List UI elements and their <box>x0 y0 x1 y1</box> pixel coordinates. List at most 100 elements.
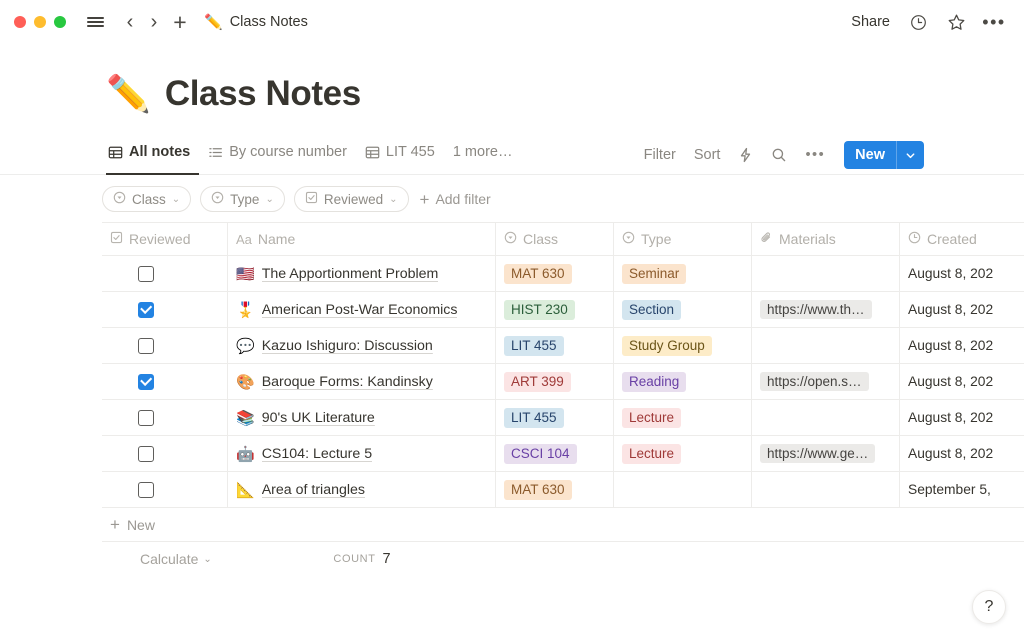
forward-chevron-right-icon[interactable]: › <box>142 10 166 34</box>
checkbox-unchecked-icon[interactable] <box>138 410 154 426</box>
chevron-down-icon[interactable] <box>897 141 924 169</box>
cell-reviewed[interactable] <box>102 328 228 363</box>
cell-name[interactable]: 🤖CS104: Lecture 5 <box>228 436 496 471</box>
cell-materials[interactable]: https://www.th… <box>752 292 900 327</box>
cell-class[interactable]: HIST 230 <box>496 292 614 327</box>
close-window-button[interactable] <box>14 16 26 28</box>
minimize-window-button[interactable] <box>34 16 46 28</box>
clock-icon[interactable] <box>908 12 928 32</box>
cell-reviewed[interactable] <box>102 472 228 507</box>
column-header-materials[interactable]: Materials <box>752 223 900 255</box>
cell-type[interactable] <box>614 472 752 507</box>
cell-class[interactable]: LIT 455 <box>496 328 614 363</box>
cell-reviewed[interactable] <box>102 400 228 435</box>
cell-class[interactable]: MAT 630 <box>496 472 614 507</box>
cell-type[interactable]: Seminar <box>614 256 752 291</box>
row-name-link[interactable]: Baroque Forms: Kandinsky <box>262 374 433 390</box>
table-row[interactable]: 📚90's UK LiteratureLIT 455Lecture August … <box>102 400 1024 436</box>
cell-reviewed[interactable] <box>102 364 228 399</box>
cell-name[interactable]: 🎖️American Post-War Economics <box>228 292 496 327</box>
back-chevron-left-icon[interactable]: ‹ <box>118 10 142 34</box>
cell-type[interactable]: Lecture <box>614 400 752 435</box>
table-row[interactable]: 📐Area of trianglesMAT 630 September 5, <box>102 472 1024 508</box>
breadcrumb[interactable]: ✏️ Class Notes <box>204 13 308 31</box>
row-name-link[interactable]: 90's UK Literature <box>262 410 375 426</box>
column-header-type[interactable]: Type <box>614 223 752 255</box>
new-page-plus-icon[interactable]: + <box>168 10 192 34</box>
cell-materials[interactable] <box>752 400 900 435</box>
cell-name[interactable]: 📚90's UK Literature <box>228 400 496 435</box>
cell-name[interactable]: 🇺🇸The Apportionment Problem <box>228 256 496 291</box>
checkbox-unchecked-icon[interactable] <box>138 338 154 354</box>
cell-name[interactable]: 💬Kazuo Ishiguro: Discussion <box>228 328 496 363</box>
table-row[interactable]: 🎨Baroque Forms: KandinskyART 399Reading h… <box>102 364 1024 400</box>
sort-button[interactable]: Sort <box>685 143 730 167</box>
filter-chip-reviewed[interactable]: Reviewed ⌄ <box>294 186 409 212</box>
cell-reviewed[interactable] <box>102 292 228 327</box>
column-header-name[interactable]: Aa Name <box>228 223 496 255</box>
cell-created[interactable]: August 8, 202 <box>900 364 1020 399</box>
column-header-class[interactable]: Class <box>496 223 614 255</box>
cell-materials[interactable] <box>752 328 900 363</box>
cell-reviewed[interactable] <box>102 436 228 471</box>
cell-reviewed[interactable] <box>102 256 228 291</box>
cell-created[interactable]: September 5, <box>900 472 1020 507</box>
tab-all-notes[interactable]: All notes <box>106 138 199 174</box>
more-options-ellipsis-icon[interactable]: ••• <box>984 12 1004 32</box>
maximize-window-button[interactable] <box>54 16 66 28</box>
calculate-button[interactable]: Calculate ⌄ <box>102 551 228 567</box>
cell-class[interactable]: MAT 630 <box>496 256 614 291</box>
tab-by-course-number[interactable]: By course number <box>199 138 356 174</box>
cell-created[interactable]: August 8, 202 <box>900 256 1020 291</box>
table-row[interactable]: 🤖CS104: Lecture 5CSCI 104Lecture https://… <box>102 436 1024 472</box>
checkbox-unchecked-icon[interactable] <box>138 446 154 462</box>
cell-name[interactable]: 📐Area of triangles <box>228 472 496 507</box>
cell-created[interactable]: August 8, 202 <box>900 292 1020 327</box>
row-name-link[interactable]: Kazuo Ishiguro: Discussion <box>262 338 433 354</box>
cell-class[interactable]: LIT 455 <box>496 400 614 435</box>
filter-chip-type[interactable]: Type ⌄ <box>200 186 285 212</box>
table-row[interactable]: 🎖️American Post-War EconomicsHIST 230Sec… <box>102 292 1024 328</box>
material-link[interactable]: https://www.th… <box>760 300 872 319</box>
view-more-ellipsis-icon[interactable]: ••• <box>796 147 834 163</box>
cell-materials[interactable] <box>752 256 900 291</box>
cell-class[interactable]: ART 399 <box>496 364 614 399</box>
material-link[interactable]: https://open.s… <box>760 372 869 391</box>
row-name-link[interactable]: The Apportionment Problem <box>262 266 439 282</box>
filter-chip-class[interactable]: Class ⌄ <box>102 186 191 212</box>
cell-type[interactable]: Study Group <box>614 328 752 363</box>
cell-created[interactable]: August 8, 202 <box>900 400 1020 435</box>
cell-type[interactable]: Section <box>614 292 752 327</box>
add-filter-button[interactable]: + Add filter <box>418 191 491 208</box>
cell-materials[interactable]: https://open.s… <box>752 364 900 399</box>
sidebar-toggle-icon[interactable] <box>82 9 108 35</box>
row-name-link[interactable]: American Post-War Economics <box>262 302 458 318</box>
pencil-icon[interactable]: ✏️ <box>106 76 151 112</box>
checkbox-unchecked-icon[interactable] <box>138 482 154 498</box>
search-icon[interactable] <box>762 143 796 167</box>
lightning-icon[interactable] <box>729 143 762 167</box>
star-icon[interactable] <box>946 12 966 32</box>
checkbox-checked-icon[interactable] <box>138 374 154 390</box>
table-row[interactable]: 🇺🇸The Apportionment ProblemMAT 630Semina… <box>102 256 1024 292</box>
row-name-link[interactable]: Area of triangles <box>262 482 365 498</box>
checkbox-checked-icon[interactable] <box>138 302 154 318</box>
cell-type[interactable]: Lecture <box>614 436 752 471</box>
column-header-reviewed[interactable]: Reviewed <box>102 223 228 255</box>
cell-type[interactable]: Reading <box>614 364 752 399</box>
new-row-button[interactable]: + New <box>102 508 1024 542</box>
material-link[interactable]: https://www.ge… <box>760 444 875 463</box>
cell-class[interactable]: CSCI 104 <box>496 436 614 471</box>
cell-materials[interactable] <box>752 472 900 507</box>
help-button[interactable]: ? <box>972 590 1006 624</box>
cell-created[interactable]: August 8, 202 <box>900 436 1020 471</box>
share-button[interactable]: Share <box>851 14 890 30</box>
column-header-created[interactable]: Created <box>900 223 1020 255</box>
checkbox-unchecked-icon[interactable] <box>138 266 154 282</box>
row-name-link[interactable]: CS104: Lecture 5 <box>262 446 372 462</box>
tab-more-views[interactable]: 1 more… <box>444 138 522 174</box>
cell-created[interactable]: August 8, 202 <box>900 328 1020 363</box>
filter-button[interactable]: Filter <box>635 143 685 167</box>
cell-name[interactable]: 🎨Baroque Forms: Kandinsky <box>228 364 496 399</box>
table-row[interactable]: 💬Kazuo Ishiguro: DiscussionLIT 455Study … <box>102 328 1024 364</box>
